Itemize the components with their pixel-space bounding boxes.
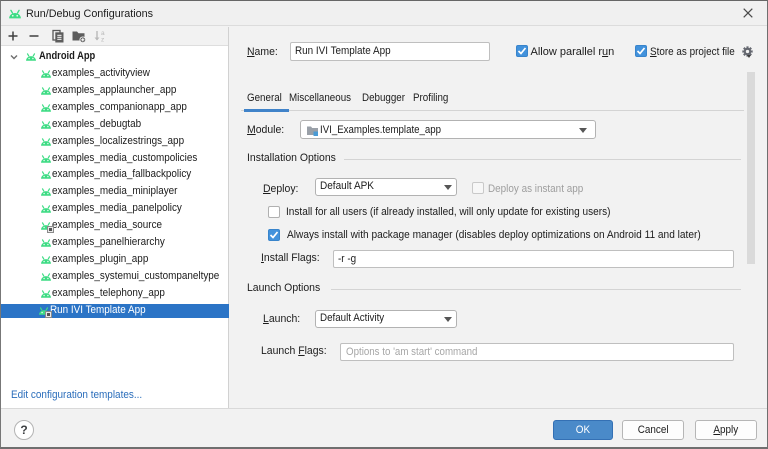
svg-text:z: z bbox=[101, 37, 104, 44]
